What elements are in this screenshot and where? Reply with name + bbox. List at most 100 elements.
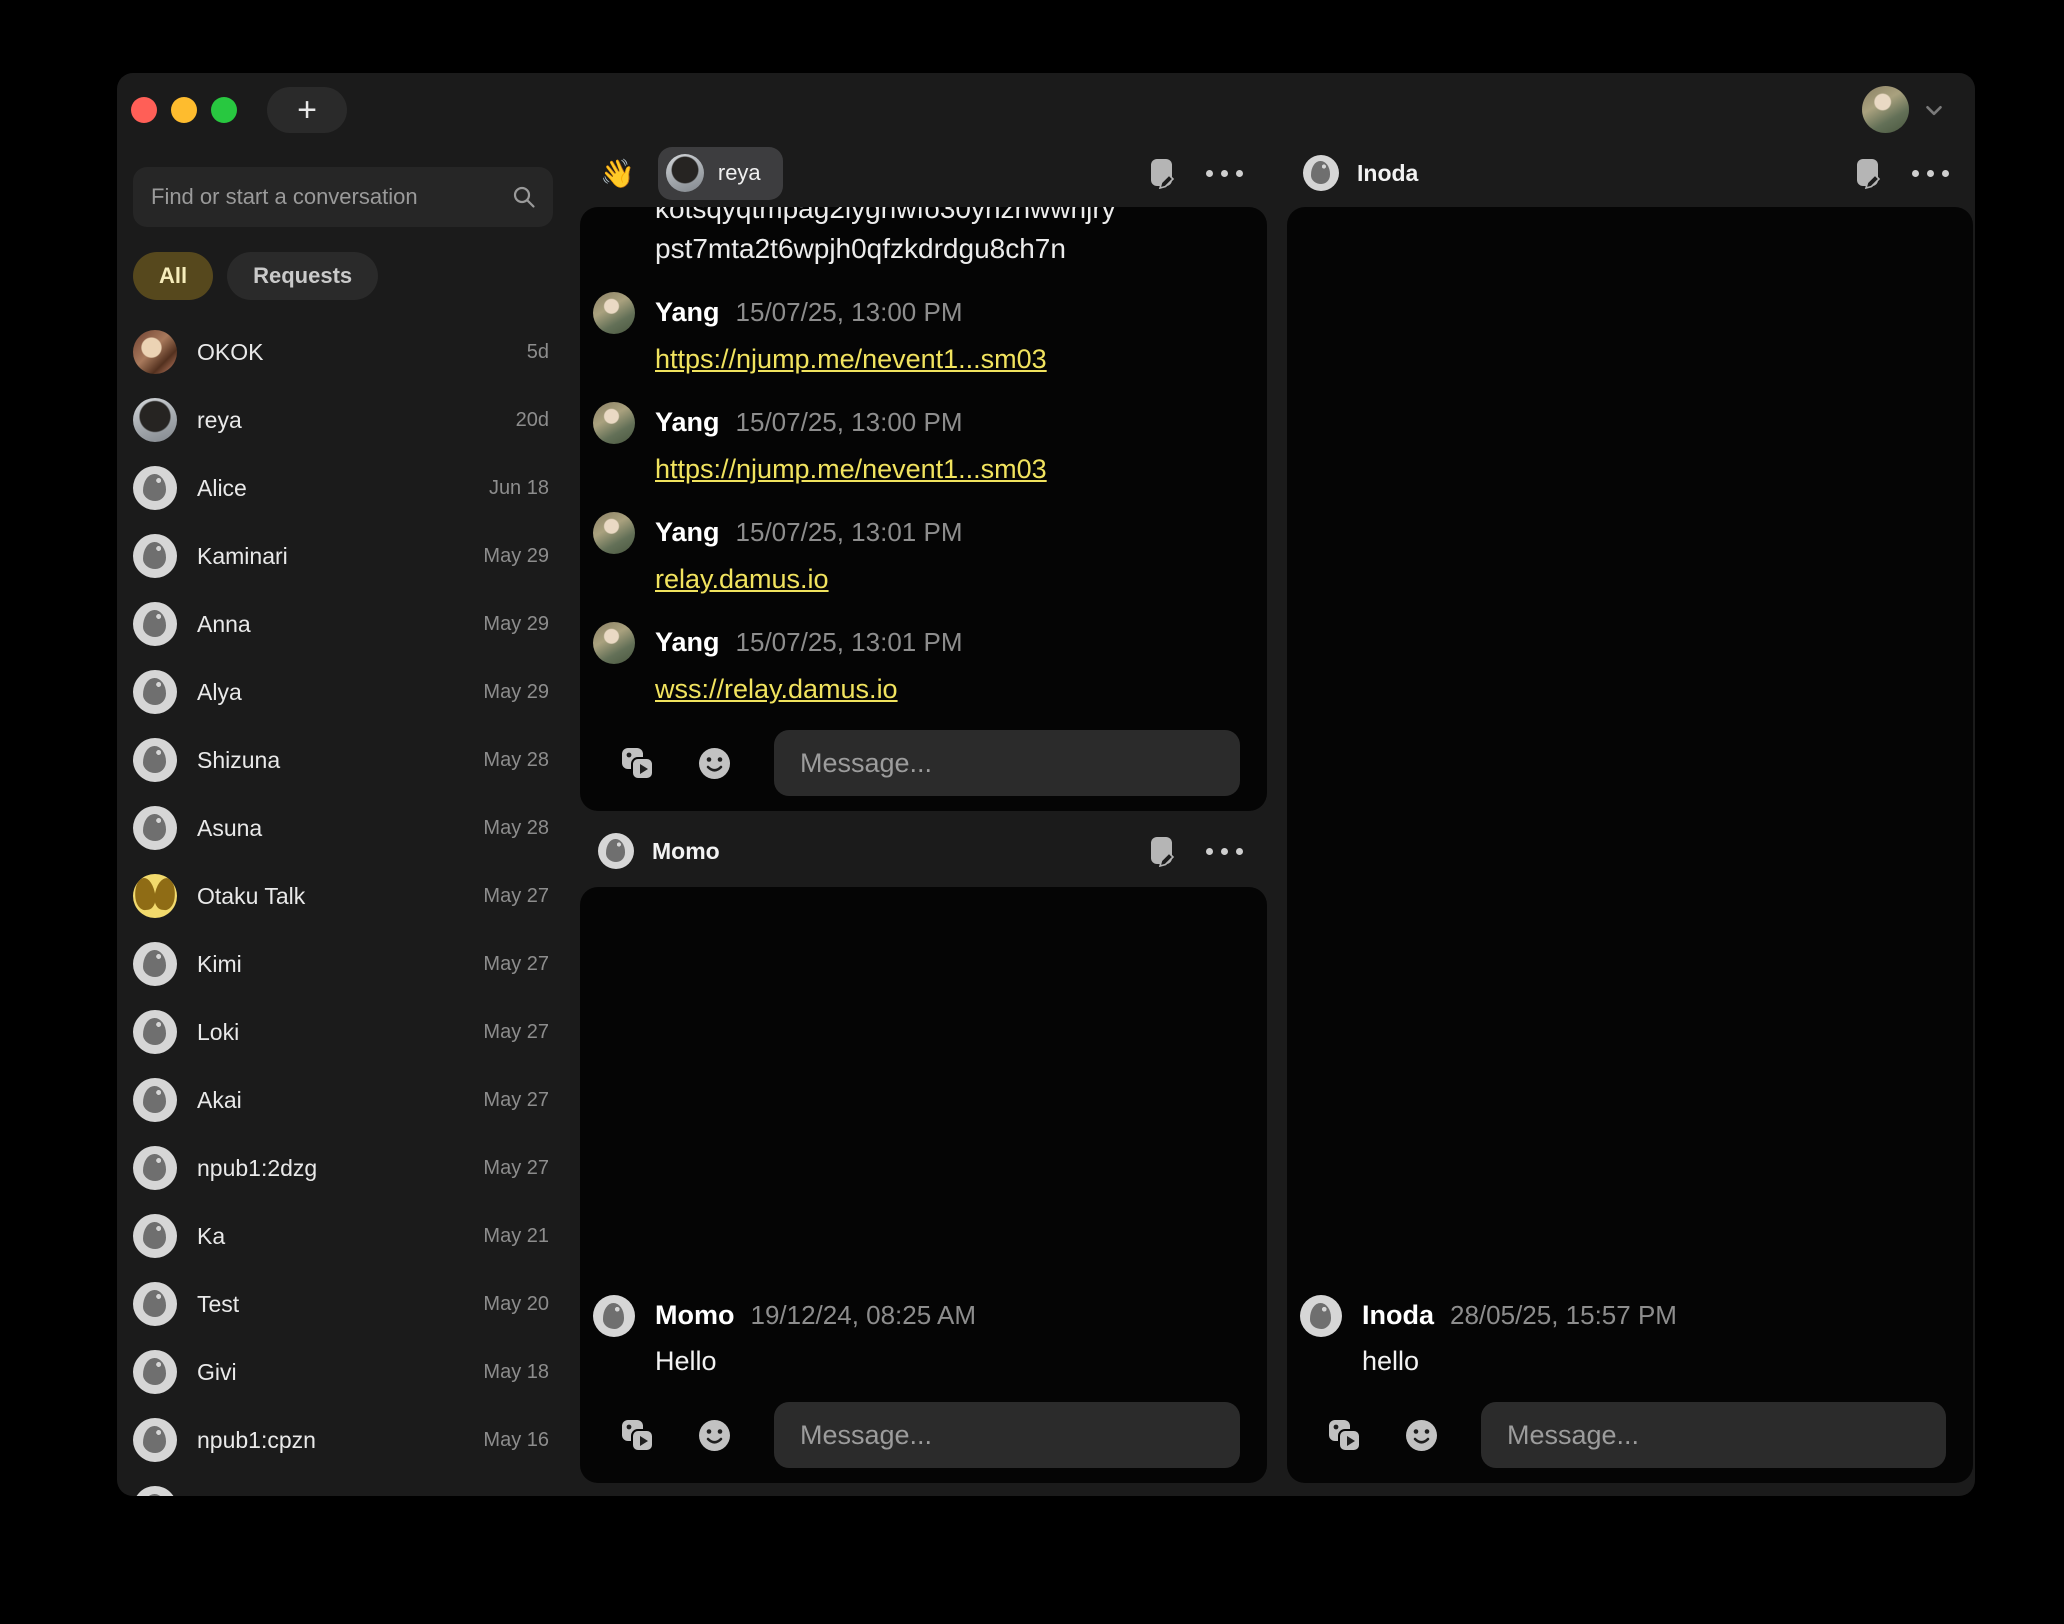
- conversation-name: Shizuna: [197, 747, 463, 774]
- search-field: [133, 167, 553, 227]
- message-author: Yang: [655, 512, 720, 552]
- zoom-window-button[interactable]: [211, 97, 237, 123]
- message-composer: [580, 729, 1267, 797]
- list-item[interactable]: Shizuna May 28: [133, 726, 553, 794]
- new-tab-button[interactable]: +: [267, 87, 347, 133]
- media-picker-icon[interactable]: [619, 745, 655, 781]
- list-item[interactable]: Asuna May 28: [133, 794, 553, 862]
- message-timestamp: 19/12/24, 08:25 AM: [750, 1295, 976, 1335]
- filter-all[interactable]: All: [133, 252, 213, 300]
- conversation-name: Alice: [197, 475, 469, 502]
- list-item[interactable]: Otaku Talk May 27: [133, 862, 553, 930]
- tab-label: reya: [718, 160, 761, 186]
- npub-text: kotsqyqtmpag2lygnwfo30ynznwwnjry pst7mta…: [655, 207, 1267, 269]
- message-timestamp: 15/07/25, 13:00 PM: [736, 292, 963, 332]
- list-item[interactable]: Akai May 27: [133, 1066, 553, 1134]
- message-timestamp: 15/07/25, 13:00 PM: [736, 402, 963, 442]
- note-icon[interactable]: [1149, 158, 1176, 189]
- reya-chat-body: kotsqyqtmpag2lygnwfo30ynznwwnjry pst7mta…: [580, 207, 1267, 811]
- message-link[interactable]: wss://relay.damus.io: [655, 669, 898, 709]
- avatar: [593, 292, 635, 334]
- list-item[interactable]: reya 20d: [133, 386, 553, 454]
- chat-title: Inoda: [1357, 160, 1418, 187]
- avatar: [593, 402, 635, 444]
- avatar: [133, 1146, 177, 1190]
- reya-chat-header: 👋 reya: [580, 140, 1267, 206]
- conversation-name: Otaku Talk: [197, 883, 463, 910]
- close-window-button[interactable]: [131, 97, 157, 123]
- chat-message: Momo 19/12/24, 08:25 AM Hello: [580, 1295, 1267, 1381]
- emoji-picker-icon[interactable]: [1404, 1418, 1439, 1453]
- note-icon[interactable]: [1855, 158, 1882, 189]
- avatar: [133, 1078, 177, 1122]
- conversation-date: May 16: [483, 1429, 549, 1452]
- message-composer: [1287, 1401, 1973, 1469]
- message-link[interactable]: relay.damus.io: [655, 559, 829, 599]
- conversation-date: May 27: [483, 953, 549, 976]
- emoji-picker-icon[interactable]: [697, 1418, 732, 1453]
- momo-chat-body: Momo 19/12/24, 08:25 AM Hello: [580, 887, 1267, 1483]
- conversation-name: Alya: [197, 679, 463, 706]
- momo-chat-header: Momo: [580, 818, 1267, 884]
- message-input[interactable]: [774, 730, 1240, 796]
- more-options-icon[interactable]: [1204, 164, 1245, 183]
- list-item[interactable]: Loki May 27: [133, 998, 553, 1066]
- list-item[interactable]: Givi May 18: [133, 1338, 553, 1406]
- message-timestamp: 15/07/25, 13:01 PM: [736, 512, 963, 552]
- tab-reya[interactable]: reya: [658, 147, 783, 200]
- filter-requests[interactable]: Requests: [227, 252, 378, 300]
- inoda-chat-header: Inoda: [1287, 140, 1973, 206]
- conversation-date: May 28: [483, 749, 549, 772]
- chat-message: Yang 15/07/25, 13:01 PM relay.damus.io: [580, 512, 1267, 599]
- minimize-window-button[interactable]: [171, 97, 197, 123]
- list-item[interactable]: Alice Jun 18: [133, 454, 553, 522]
- emoji-picker-icon[interactable]: [697, 746, 732, 781]
- avatar: [133, 534, 177, 578]
- list-item-partial[interactable]: [133, 1474, 553, 1496]
- message-text: Hello: [655, 1341, 1267, 1381]
- wave-emoji: 👋: [600, 157, 635, 190]
- middle-column: 👋 reya kotsqyqtmpag2lygnwfo30ynznwwnjry …: [580, 73, 1267, 1496]
- conversation-name: Test: [197, 1291, 463, 1318]
- more-options-icon[interactable]: [1204, 842, 1245, 861]
- list-item[interactable]: OKOK 5d: [133, 318, 553, 386]
- list-item[interactable]: Ka May 21: [133, 1202, 553, 1270]
- avatar: [598, 833, 634, 869]
- npub-line-clipped: kotsqyqtmpag2lygnwfo30ynznwwnjry: [655, 207, 1267, 229]
- list-item[interactable]: Test May 20: [133, 1270, 553, 1338]
- conversation-name: reya: [197, 407, 496, 434]
- list-item[interactable]: Kimi May 27: [133, 930, 553, 998]
- list-item[interactable]: Anna May 29: [133, 590, 553, 658]
- list-item[interactable]: Kaminari May 29: [133, 522, 553, 590]
- avatar: [133, 330, 177, 374]
- message-link[interactable]: https://njump.me/nevent1...sm03: [655, 339, 1047, 379]
- message-link[interactable]: https://njump.me/nevent1...sm03: [655, 449, 1047, 489]
- avatar: [133, 1486, 177, 1496]
- media-picker-icon[interactable]: [619, 1417, 655, 1453]
- conversation-name: Anna: [197, 611, 463, 638]
- avatar: [133, 398, 177, 442]
- note-icon[interactable]: [1149, 836, 1176, 867]
- chat-title: Momo: [652, 838, 720, 865]
- message-input[interactable]: [774, 1402, 1240, 1468]
- search-input[interactable]: [133, 167, 553, 227]
- conversation-date: May 21: [483, 1225, 549, 1248]
- message-input[interactable]: [1481, 1402, 1946, 1468]
- more-options-icon[interactable]: [1910, 164, 1951, 183]
- conversation-date: May 27: [483, 1089, 549, 1112]
- conversation-date: May 28: [483, 817, 549, 840]
- conversation-list: OKOK 5d reya 20d Alice Jun 18 Kaminari M…: [133, 318, 553, 1496]
- conversation-date: May 29: [483, 613, 549, 636]
- message-author: Momo: [655, 1295, 734, 1335]
- app-window: + All Requests OKOK 5d rey: [117, 73, 1975, 1496]
- avatar: [133, 1350, 177, 1394]
- conversation-date: 5d: [527, 341, 549, 364]
- list-item[interactable]: Alya May 29: [133, 658, 553, 726]
- conversation-name: Kaminari: [197, 543, 463, 570]
- conversation-name: Asuna: [197, 815, 463, 842]
- media-picker-icon[interactable]: [1326, 1417, 1362, 1453]
- list-item[interactable]: npub1:cpzn May 16: [133, 1406, 553, 1474]
- chat-message: Yang 15/07/25, 13:00 PM https://njump.me…: [580, 402, 1267, 489]
- message-composer: [580, 1401, 1267, 1469]
- list-item[interactable]: npub1:2dzg May 27: [133, 1134, 553, 1202]
